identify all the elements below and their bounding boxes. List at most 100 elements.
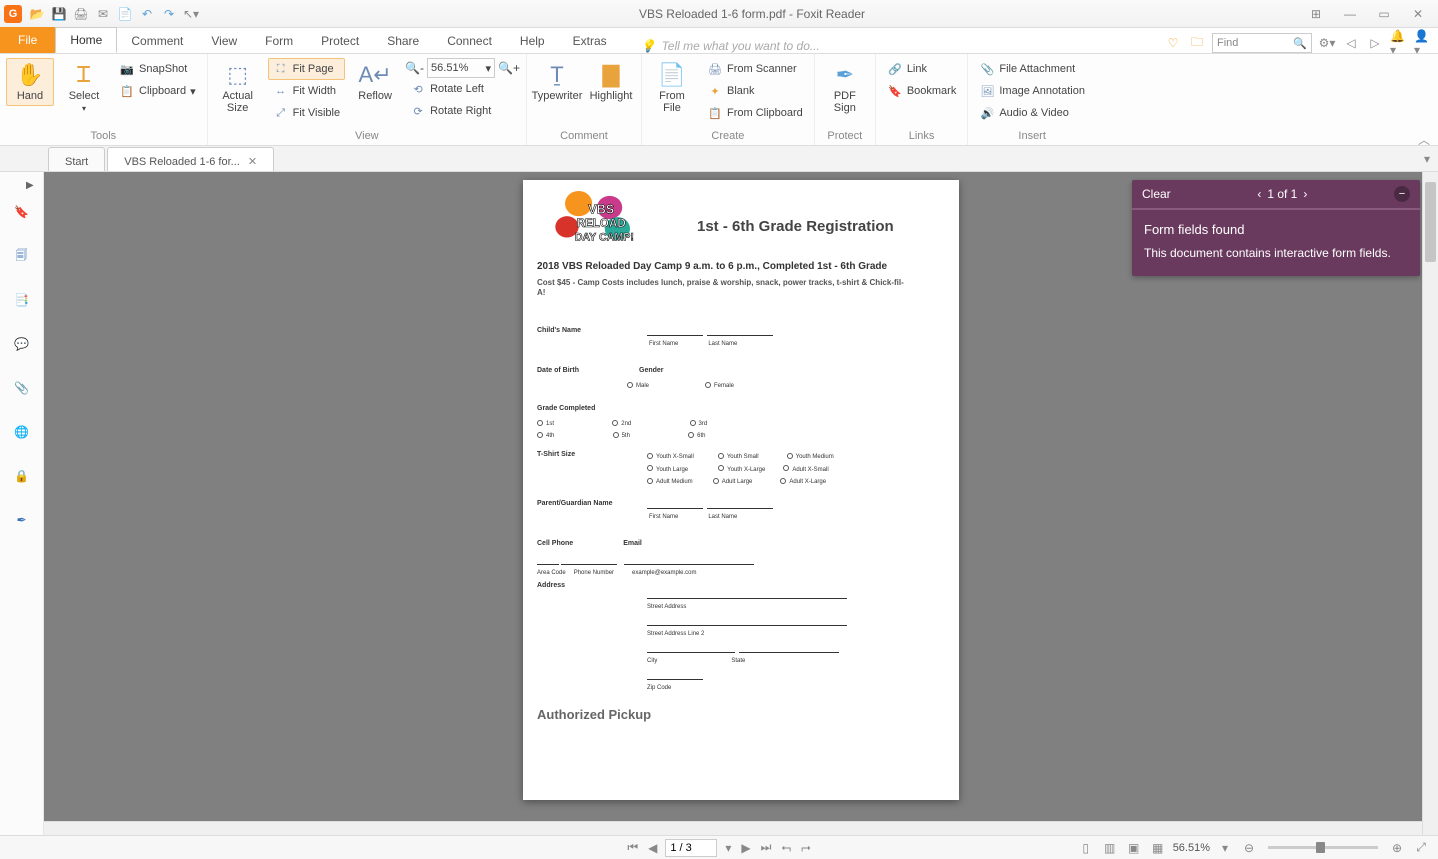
notif-clear-button[interactable]: Clear [1142, 187, 1171, 201]
page-input[interactable] [665, 839, 717, 857]
actual-size-button[interactable]: ⬚Actual Size [214, 58, 262, 118]
bookmark-button[interactable]: 🔖Bookmark [882, 80, 962, 102]
undo-icon[interactable]: ↶ [138, 5, 156, 23]
security-panel-icon[interactable]: 🔒 [12, 466, 32, 486]
rotate-left-button[interactable]: ⟲Rotate Left [405, 78, 520, 100]
rotate-right-button[interactable]: ⟳Rotate Right [405, 100, 520, 122]
snapshot-button[interactable]: 📷SnapShot [114, 58, 201, 80]
from-file-button[interactable]: 📄From File [648, 58, 696, 118]
radio-2nd[interactable] [612, 420, 618, 426]
doctab-dropdown-icon[interactable]: ▾ [1424, 152, 1430, 166]
bell-icon[interactable]: 🔔▾ [1390, 34, 1408, 52]
next-find-icon[interactable]: ▷ [1366, 34, 1384, 52]
prev-find-icon[interactable]: ◁ [1342, 34, 1360, 52]
link-button[interactable]: 🔗Link [882, 58, 962, 80]
signatures-panel-icon[interactable]: ✒ [12, 510, 32, 530]
file-attachment-button[interactable]: 📎File Attachment [974, 58, 1090, 80]
radio-male[interactable] [627, 382, 633, 388]
select-button[interactable]: ᏆSelect▾ [60, 58, 108, 117]
notif-next-icon[interactable]: › [1303, 187, 1307, 201]
audio-video-button[interactable]: 🔊Audio & Video [974, 102, 1090, 124]
radio-am[interactable] [647, 478, 653, 484]
zoom-in-icon[interactable]: 🔍+ [498, 61, 520, 75]
notif-prev-icon[interactable]: ‹ [1257, 187, 1261, 201]
tab-home[interactable]: Home [55, 27, 117, 53]
document-viewport[interactable]: VBS RELOAD DAY CAMP! 1st - 6th Grade Reg… [44, 172, 1438, 835]
pages-panel-icon[interactable]: 🗐 [12, 246, 32, 266]
open-icon[interactable]: 📂 [28, 5, 46, 23]
tell-me-search[interactable]: 💡 Tell me what you want to do... [641, 39, 1164, 53]
forward-view-icon[interactable]: ⮣ [799, 840, 813, 855]
prev-page-icon[interactable]: ◀ [646, 841, 659, 855]
radio-yxl[interactable] [718, 465, 724, 471]
highlight-button[interactable]: ▇Highlight [587, 58, 635, 106]
radio-al[interactable] [713, 478, 719, 484]
close-icon[interactable]: ✕ [1406, 7, 1430, 21]
facing-view-icon[interactable]: ▣ [1125, 841, 1143, 855]
pdf-sign-button[interactable]: ✒PDF Sign [821, 58, 869, 118]
zoom-in-status-icon[interactable]: ⊕ [1388, 841, 1406, 855]
tab-form[interactable]: Form [251, 29, 307, 53]
radio-axl[interactable] [780, 478, 786, 484]
heart-icon[interactable]: ♡ [1164, 34, 1182, 52]
print-icon[interactable]: 🖨 [72, 5, 90, 23]
fit-visible-button[interactable]: ⤢Fit Visible [268, 102, 345, 124]
page-dropdown-icon[interactable]: ▾ [723, 841, 733, 855]
radio-5th[interactable] [613, 432, 619, 438]
zoom-dropdown-icon[interactable]: ▾ [1216, 841, 1234, 855]
connect-panel-icon[interactable]: 🌐 [12, 422, 32, 442]
redo-icon[interactable]: ↷ [160, 5, 178, 23]
hand-button[interactable]: ✋Hand [6, 58, 54, 106]
doctab-close-icon[interactable]: ✕ [248, 155, 257, 168]
radio-axs[interactable] [783, 465, 789, 471]
maximize-icon[interactable]: ▭ [1372, 7, 1396, 21]
bookmarks-panel-icon[interactable]: 🔖 [12, 202, 32, 222]
zoom-slider[interactable] [1268, 846, 1378, 849]
radio-ys[interactable] [718, 453, 724, 459]
first-page-icon[interactable]: ⏮ [625, 840, 640, 855]
reflow-button[interactable]: A↵Reflow [351, 58, 399, 106]
fit-page-status-icon[interactable]: ⤢ [1412, 840, 1430, 855]
radio-yl[interactable] [647, 465, 653, 471]
zoom-out-icon[interactable]: 🔍‑ [405, 61, 424, 75]
comments-panel-icon[interactable]: 💬 [12, 334, 32, 354]
save-icon[interactable]: 💾 [50, 5, 68, 23]
single-page-view-icon[interactable]: ▯ [1077, 841, 1095, 855]
minimize-icon[interactable]: — [1338, 7, 1362, 21]
clipboard-button[interactable]: 📋Clipboard ▾ [114, 80, 201, 102]
radio-female[interactable] [705, 382, 711, 388]
ribbon-mode-icon[interactable]: ⊞ [1304, 7, 1328, 21]
back-view-icon[interactable]: ⮢ [779, 840, 793, 855]
radio-yxs[interactable] [647, 453, 653, 459]
tab-view[interactable]: View [197, 29, 251, 53]
radio-1st[interactable] [537, 420, 543, 426]
next-page-icon[interactable]: ▶ [739, 841, 752, 855]
from-scanner-button[interactable]: 🖨From Scanner [702, 58, 808, 80]
scan-icon[interactable]: 📄 [116, 5, 134, 23]
doctab-start[interactable]: Start [48, 147, 105, 171]
radio-3rd[interactable] [690, 420, 696, 426]
vertical-scrollbar[interactable] [1422, 172, 1438, 835]
zoom-slider-knob[interactable] [1316, 842, 1325, 853]
tab-connect[interactable]: Connect [433, 29, 506, 53]
tab-share[interactable]: Share [373, 29, 433, 53]
expand-panel-icon[interactable]: ▶ [26, 180, 34, 191]
tab-extras[interactable]: Extras [559, 29, 621, 53]
layers-panel-icon[interactable]: 📑 [12, 290, 32, 310]
zoom-out-status-icon[interactable]: ⊖ [1240, 841, 1258, 855]
fit-page-button[interactable]: ⛶Fit Page [268, 58, 345, 80]
from-clipboard-button[interactable]: 📋From Clipboard [702, 102, 808, 124]
tab-comment[interactable]: Comment [117, 29, 197, 53]
notif-close-icon[interactable]: − [1394, 186, 1410, 202]
tab-protect[interactable]: Protect [307, 29, 373, 53]
continuous-facing-view-icon[interactable]: ▦ [1149, 841, 1167, 855]
fit-width-button[interactable]: ↔Fit Width [268, 80, 345, 102]
cursor-dropdown-icon[interactable]: ↖▾ [182, 5, 200, 23]
find-box[interactable]: Find🔍 [1212, 33, 1312, 53]
continuous-view-icon[interactable]: ▥ [1101, 841, 1119, 855]
image-annotation-button[interactable]: 🖼Image Annotation [974, 80, 1090, 102]
tab-file[interactable]: File [0, 27, 55, 53]
attachments-panel-icon[interactable]: 📎 [12, 378, 32, 398]
last-page-icon[interactable]: ⏭ [759, 840, 774, 855]
folder-icon[interactable]: 🗀 [1188, 34, 1206, 52]
